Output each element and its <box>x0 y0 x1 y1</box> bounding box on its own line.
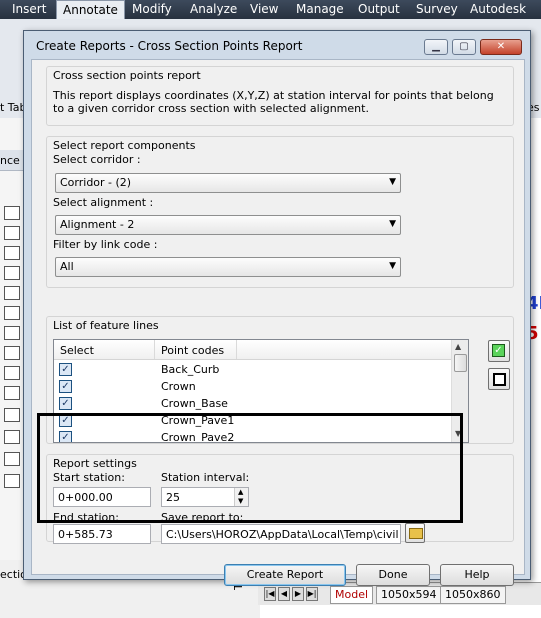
ribbon-tab-insert[interactable]: Insert <box>12 0 46 19</box>
tab-layout-1050x860[interactable]: 1050x860 <box>440 586 506 604</box>
tree-item-icon[interactable] <box>4 266 20 280</box>
chevron-down-icon: ▼ <box>389 219 396 229</box>
corridor-label: Select corridor : <box>53 153 141 166</box>
prev-layout-icon[interactable]: ◀ <box>278 587 290 601</box>
tree-item-icon[interactable] <box>4 386 20 400</box>
point-code: Back_Curb <box>161 363 220 376</box>
tab-layout-1050x594[interactable]: 1050x594 <box>376 586 442 604</box>
tree-item-icon[interactable] <box>4 346 20 360</box>
ribbon-tab-manage[interactable]: Manage <box>296 0 344 19</box>
ribbon-tab-modify[interactable]: Modify <box>132 0 172 19</box>
list-header: Select Point codes <box>54 340 452 360</box>
tree-item-icon[interactable] <box>4 246 20 260</box>
tree-item-icon[interactable] <box>4 226 20 240</box>
folder-icon <box>409 528 423 539</box>
check-all-icon: ✓ <box>492 344 505 357</box>
report-description-heading: Cross section points report <box>53 69 201 82</box>
tree-item-icon[interactable] <box>4 408 20 422</box>
tree-item-icon[interactable] <box>4 306 20 320</box>
filter-value: All <box>60 260 74 273</box>
save-report-path-input[interactable]: C:\Users\HOROZ\AppData\Local\Temp\civilr <box>161 524 401 544</box>
tree-item-icon[interactable] <box>4 206 20 220</box>
point-code: Crown <box>161 380 196 393</box>
save-report-path-value: C:\Users\HOROZ\AppData\Local\Temp\civilr <box>166 528 398 541</box>
end-station-input[interactable]: 0+585.73 <box>53 524 151 544</box>
link-code-filter-select[interactable]: All ▼ <box>55 257 401 277</box>
scrollbar-thumb[interactable] <box>454 354 467 372</box>
report-components-group: Select report components Select corridor… <box>46 136 514 288</box>
dialog-titlebar[interactable]: Create Reports - Cross Section Points Re… <box>24 31 530 59</box>
tree-item-icon[interactable] <box>4 452 20 466</box>
check-all-button[interactable]: ✓ <box>488 340 510 362</box>
help-button[interactable]: Help <box>440 564 514 586</box>
tree-item-icon[interactable] <box>4 474 20 488</box>
report-description-group: Cross section points report This report … <box>46 66 514 126</box>
filter-label: Filter by link code : <box>53 238 158 251</box>
ribbon-tab-annotate[interactable]: Annotate <box>56 0 125 20</box>
select-checkbox[interactable]: ✓ <box>59 363 72 376</box>
alignment-label: Select alignment : <box>53 196 154 209</box>
first-layout-icon[interactable]: |◀ <box>264 587 276 601</box>
tab-model[interactable]: Model <box>330 586 374 604</box>
ribbon-tab-autodesk-360[interactable]: Autodesk 360 <box>470 0 541 35</box>
uncheck-all-icon <box>493 373 506 386</box>
report-description-text: This report displays coordinates (X,Y,Z)… <box>53 89 494 115</box>
scroll-up-icon[interactable]: ▲ <box>455 342 461 351</box>
toolspace-panel: nce <box>0 118 25 598</box>
column-divider[interactable] <box>236 340 237 359</box>
alignment-value: Alignment - 2 <box>60 218 135 231</box>
column-divider[interactable] <box>154 340 155 359</box>
done-button[interactable]: Done <box>356 564 430 586</box>
uncheck-all-button[interactable] <box>488 368 510 390</box>
next-layout-icon[interactable]: ▶ <box>292 587 304 601</box>
feature-lines-heading: List of feature lines <box>53 319 159 332</box>
browse-folder-button[interactable] <box>405 523 425 543</box>
ribbon-tab-analyze[interactable]: Analyze <box>190 0 237 19</box>
corridor-value: Corridor - (2) <box>60 176 132 189</box>
ribbon-tab-survey[interactable]: Survey <box>416 0 458 19</box>
panel-header-text: nce <box>0 154 20 167</box>
ribbon-tab-bar: Insert Annotate Modify Analyze View Mana… <box>0 0 541 35</box>
maximize-icon[interactable]: ▢ <box>452 39 476 55</box>
corridor-select[interactable]: Corridor - (2) ▼ <box>55 173 401 193</box>
chevron-down-icon: ▼ <box>389 177 396 187</box>
list-item[interactable]: ✓ Crown_Base <box>54 395 454 412</box>
chevron-down-icon: ▼ <box>389 261 396 271</box>
tree-item-icon[interactable] <box>4 326 20 340</box>
select-checkbox[interactable]: ✓ <box>59 397 72 410</box>
list-item[interactable]: ✓ Back_Curb <box>54 361 454 378</box>
point-code: Crown_Base <box>161 397 228 410</box>
dialog-title: Create Reports - Cross Section Points Re… <box>36 39 303 53</box>
list-item[interactable]: ✓ Crown <box>54 378 454 395</box>
close-icon[interactable]: ✕ <box>480 39 522 55</box>
minimize-icon[interactable]: ▁ <box>424 39 448 55</box>
ribbon-tab-output[interactable]: Output <box>358 0 400 19</box>
end-station-value: 0+585.73 <box>58 528 113 541</box>
panel-header: nce <box>0 150 24 171</box>
tree-item-icon[interactable] <box>4 286 20 300</box>
highlight-box <box>37 413 463 523</box>
tree-item-icon[interactable] <box>4 430 20 444</box>
select-checkbox[interactable]: ✓ <box>59 380 72 393</box>
last-layout-icon[interactable]: ▶| <box>306 587 318 601</box>
column-header-point-codes[interactable]: Point codes <box>161 344 224 357</box>
report-components-heading: Select report components <box>53 139 196 152</box>
create-report-button[interactable]: Create Report <box>224 564 346 586</box>
tree-item-icon[interactable] <box>4 366 20 380</box>
column-header-select[interactable]: Select <box>60 344 94 357</box>
alignment-select[interactable]: Alignment - 2 ▼ <box>55 215 401 235</box>
ribbon-tab-view[interactable]: View <box>250 0 278 19</box>
